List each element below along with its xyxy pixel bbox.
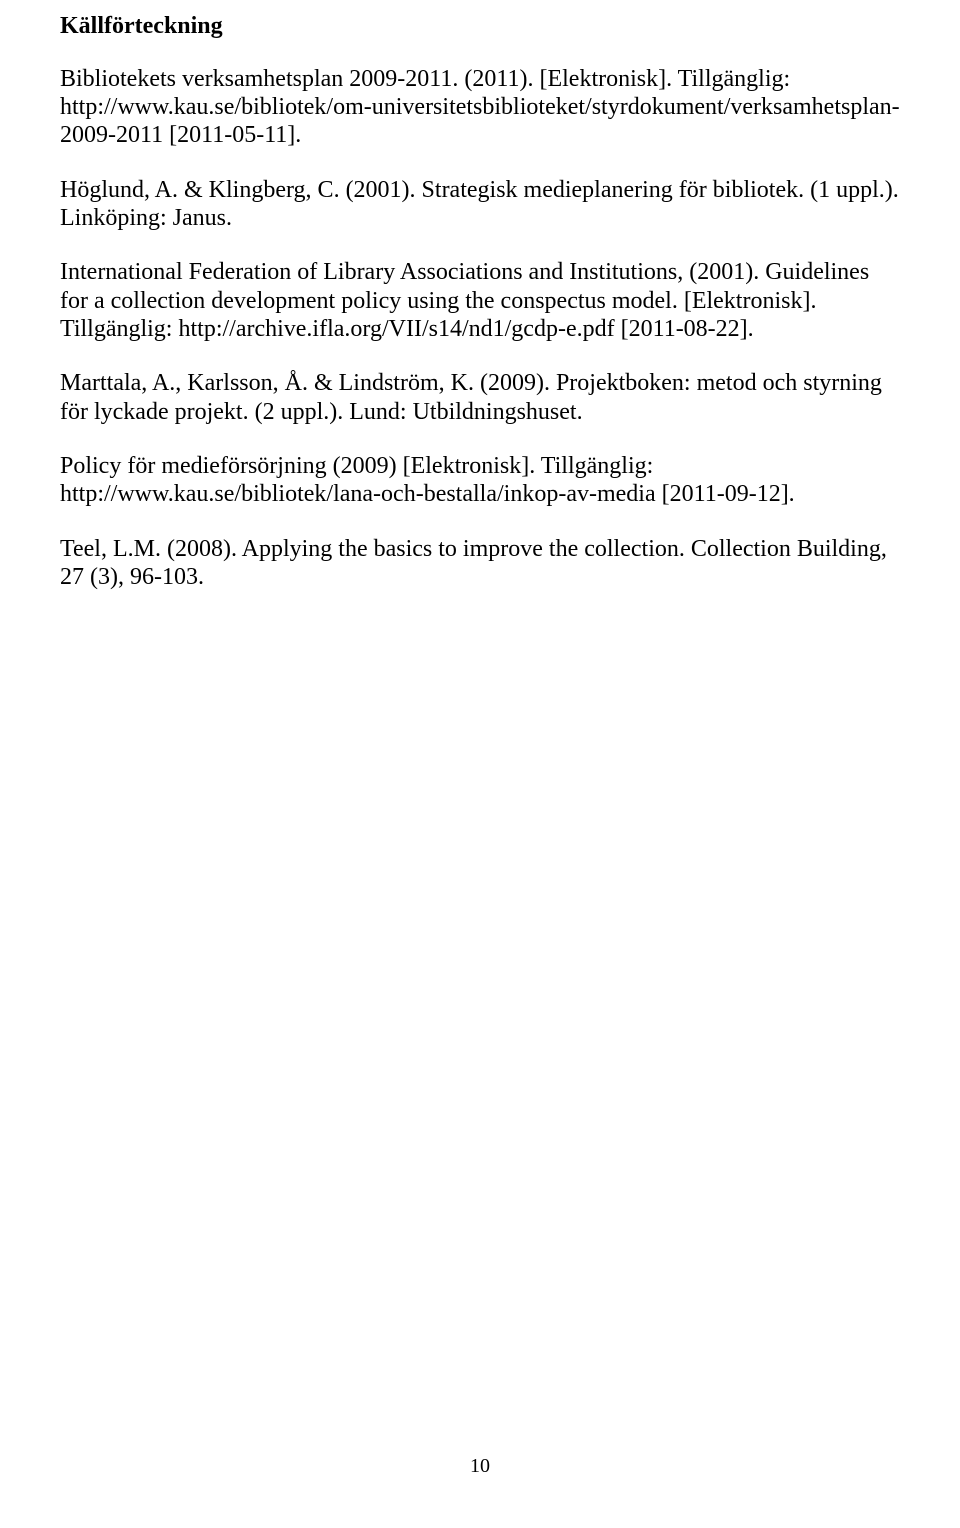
reference-entry: Teel, L.M. (2008). Applying the basics t… — [60, 535, 900, 592]
reference-entry: International Federation of Library Asso… — [60, 258, 900, 343]
reference-entry: Bibliotekets verksamhetsplan 2009-2011. … — [60, 65, 900, 150]
document-page: Källförteckning Bibliotekets verksamhets… — [0, 0, 960, 1528]
page-number: 10 — [0, 1455, 960, 1478]
reference-entry: Policy för medieförsörjning (2009) [Elek… — [60, 452, 900, 509]
bibliography-heading: Källförteckning — [60, 12, 900, 41]
reference-entry: Höglund, A. & Klingberg, C. (2001). Stra… — [60, 176, 900, 233]
reference-entry: Marttala, A., Karlsson, Å. & Lindström, … — [60, 369, 900, 426]
